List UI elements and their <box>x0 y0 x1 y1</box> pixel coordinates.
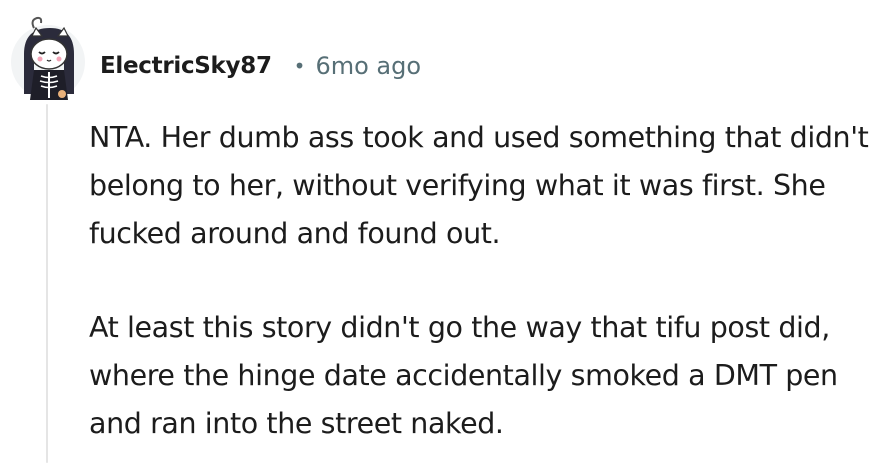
comment-header: ElectricSky87 • 6mo ago <box>100 46 421 86</box>
separator-dot: • <box>293 54 306 78</box>
thread-line[interactable] <box>46 104 48 463</box>
comment-body: NTA. Her dumb ass took and used somethin… <box>89 114 874 448</box>
comment-paragraph: NTA. Her dumb ass took and used somethin… <box>89 121 869 250</box>
comment: ElectricSky87 • 6mo ago NTA. Her dumb as… <box>0 0 878 463</box>
username-link[interactable]: ElectricSky87 <box>100 53 272 79</box>
avatar[interactable] <box>10 14 86 106</box>
comment-paragraph: At least this story didn't go the way th… <box>89 311 838 440</box>
timestamp[interactable]: 6mo ago <box>315 52 421 80</box>
